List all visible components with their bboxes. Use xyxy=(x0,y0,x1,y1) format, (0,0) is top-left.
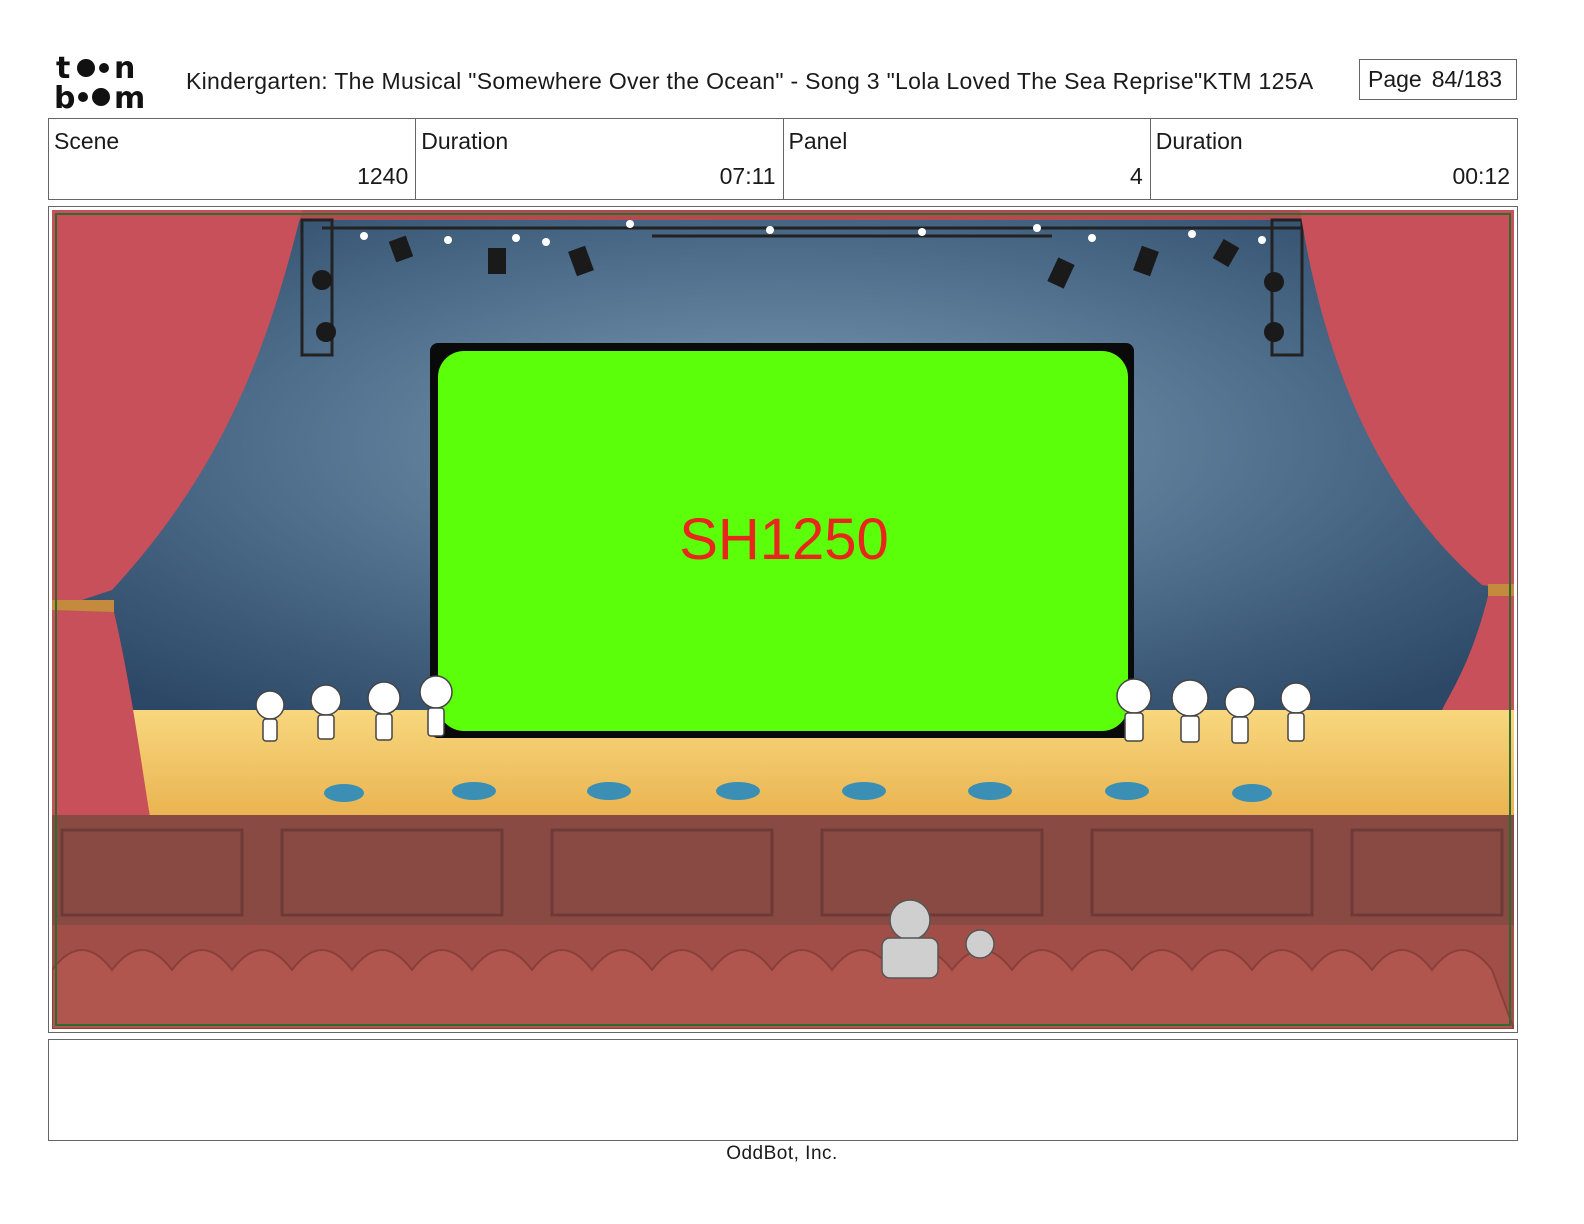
panel-duration-value: 00:12 xyxy=(1452,163,1510,189)
page-label: Page xyxy=(1368,66,1422,92)
scene-label: Scene xyxy=(54,128,120,154)
scene-cell: Scene 1240 xyxy=(49,119,417,199)
seat-rows xyxy=(52,949,1514,1029)
panel-duration-label: Duration xyxy=(1155,128,1243,154)
panel-cell: Panel 4 xyxy=(784,119,1151,199)
scene-info-table: Scene 1240 Duration 07:11 Panel 4 Durati… xyxy=(48,118,1518,200)
storyboard-panel: SH1250 xyxy=(48,206,1518,1033)
stage-illustration: SH1250 xyxy=(52,210,1514,1029)
page-number: 84/183 xyxy=(1431,66,1503,92)
scene-duration-cell: Duration 07:11 xyxy=(416,119,784,199)
footer-company: OddBot, Inc. xyxy=(726,1143,838,1164)
scene-duration-label: Duration xyxy=(421,128,509,154)
panel-duration-cell: Duration 00:12 xyxy=(1151,119,1517,199)
document-title: Kindergarten: The Musical "Somewhere Ove… xyxy=(186,68,1314,94)
page-indicator: Page 84/183 xyxy=(1359,59,1517,100)
toonboom-logo: t n b m xyxy=(52,52,164,110)
panel-label: Panel xyxy=(788,128,848,154)
scene-value: 1240 xyxy=(357,163,409,189)
left-curtain-tie xyxy=(52,600,114,612)
screen-shot-label: SH1250 xyxy=(679,507,889,572)
scene-duration-value: 07:11 xyxy=(719,163,776,189)
svg-text:m: m xyxy=(114,81,145,110)
panel-value: 4 xyxy=(1129,163,1143,189)
panel-notes xyxy=(48,1039,1518,1141)
svg-text:b: b xyxy=(54,81,75,110)
